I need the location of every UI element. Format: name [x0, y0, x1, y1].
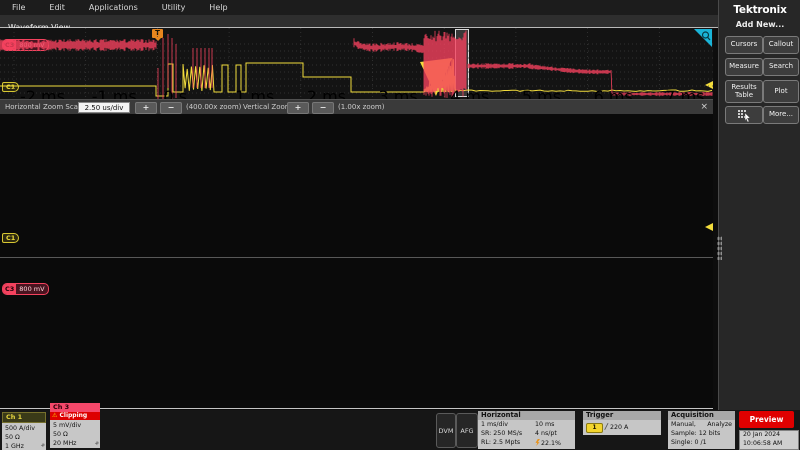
acquisition-sample: Sample: 12 bits	[671, 430, 720, 437]
ch1-settings-badge[interactable]: Ch 1 500 A/div 50 Ω 1 GHz »	[2, 412, 46, 450]
acquisition-panel[interactable]: Acquisition Manual, Analyze Sample: 12 b…	[668, 411, 735, 449]
overview-time-label: 1 ms	[235, 87, 274, 99]
ch1-impedance: 50 Ω	[5, 433, 43, 442]
trigger-source-badge: 1	[586, 423, 603, 433]
acquisition-mode: Manual,	[671, 421, 696, 428]
sidebar-drag-handle[interactable]	[717, 236, 722, 260]
overview-time-label: 6 ms	[594, 87, 633, 99]
trigger-panel[interactable]: Trigger 1 ∕ 220 A	[583, 411, 661, 435]
afg-button[interactable]: AFG	[456, 413, 478, 448]
close-zoom-button[interactable]: ×	[700, 102, 708, 112]
overview-time-label: 5 ms	[522, 87, 561, 99]
tab-bar: Waveform View	[0, 15, 718, 28]
ch1-zoom-panel[interactable]: C1	[0, 114, 713, 258]
datetime-box: 20 Jan 2024 10:06:58 AM	[739, 430, 799, 450]
menu-item-utility[interactable]: Utility	[150, 3, 198, 12]
horizontal-window: 10 ms	[535, 421, 554, 428]
ch3-badge-scale: 800 mV	[16, 284, 47, 294]
ch1-bandwidth: 1 GHz	[5, 442, 43, 450]
ch3-badge-body: 5 mV/div 50 Ω 20 MHz »	[50, 420, 100, 448]
vzoom-label: Vertical Zoom	[243, 103, 292, 111]
acquisition-panel-title: Acquisition	[668, 411, 735, 420]
capacity-icon	[535, 439, 540, 446]
plot-button[interactable]: Plot	[763, 80, 799, 103]
search-button[interactable]: Search	[763, 58, 799, 76]
cursors-button[interactable]: Cursors	[725, 36, 763, 54]
hzoom-plus-button[interactable]: +	[135, 102, 157, 114]
zoom-scale-toolbar: Horizontal Zoom Scale + − (400.00x zoom)…	[0, 99, 713, 115]
ch3-impedance: 50 Ω	[53, 430, 97, 439]
hzoom-factor: (400.00x zoom)	[186, 103, 241, 111]
oscilloscope-app: FileEditApplicationsUtilityHelp Waveform…	[0, 0, 800, 450]
callout-button[interactable]: Callout	[763, 36, 799, 54]
clipping-label: Clipping	[59, 412, 87, 419]
ch3-clipping-warning: ⚠ Clipping	[50, 412, 100, 420]
horizontal-panel-title: Horizontal	[478, 411, 575, 420]
hzoom-minus-button[interactable]: −	[160, 102, 182, 114]
ch3-badge-title: Ch 3	[50, 403, 100, 412]
more-button[interactable]: More...	[763, 106, 799, 124]
rising-slope-icon: ∕	[605, 422, 608, 431]
ch3-zoom-panel[interactable]: C3 800 mV	[0, 258, 713, 409]
overview-time-label: -1 ms	[92, 87, 137, 99]
menu-item-applications[interactable]: Applications	[77, 3, 150, 12]
ch3-zoom-badge[interactable]: C3 800 mV	[2, 283, 49, 295]
horizontal-panel[interactable]: Horizontal 1 ms/div 10 ms SR: 250 MS/s 4…	[478, 411, 575, 449]
histogram-button[interactable]	[725, 106, 763, 124]
add-new-header: Add New...	[719, 20, 800, 29]
ch1-badge-title: Ch 1	[2, 412, 46, 423]
overview-panel[interactable]: C3 800 mV C1 T -2 ms-1 ms0 s1 ms2 ms3 ms…	[0, 28, 713, 99]
histogram-icon	[737, 109, 751, 122]
hzoom-scale-input[interactable]	[78, 102, 130, 113]
vzoom-plus-button[interactable]: +	[287, 102, 309, 114]
ch3-bandwidth: 20 MHz	[53, 439, 97, 448]
ch1-trigger-level-arrow[interactable]	[705, 223, 713, 231]
overview-time-label: 2 ms	[307, 87, 346, 99]
acquisition-single: Single: 0 /1	[671, 439, 707, 446]
warning-icon: ⚠	[52, 412, 57, 419]
date-label: 20 Jan 2024	[743, 431, 798, 440]
sample-resolution: 4 ns/pt	[535, 430, 557, 437]
vzoom-minus-button[interactable]: −	[312, 102, 334, 114]
menu-item-edit[interactable]: Edit	[37, 3, 77, 12]
overview-time-label: 4 ms	[450, 87, 489, 99]
preview-button[interactable]: Preview	[739, 411, 794, 428]
dvm-button[interactable]: DVM	[436, 413, 456, 448]
ch1-badge-body: 500 A/div 50 Ω 1 GHz »	[2, 423, 46, 450]
menu-item-file[interactable]: File	[0, 3, 37, 12]
overview-time-label: 0 s	[163, 87, 187, 99]
trigger-level: 220 A	[610, 424, 628, 431]
results-table-button[interactable]: Results Table	[725, 80, 763, 103]
overview-time-label: 3 ms	[379, 87, 418, 99]
measure-button[interactable]: Measure	[725, 58, 763, 76]
overview-time-label: -2 ms	[20, 87, 65, 99]
record-length: RL: 2.5 Mpts	[481, 439, 520, 446]
capacity-percent: 22.1%	[535, 439, 561, 447]
hzoom-scale-label: Horizontal Zoom Scale	[5, 103, 84, 111]
tektronix-logo: Tektronix	[719, 4, 800, 16]
trigger-panel-title: Trigger	[583, 411, 661, 420]
time-label: 10:06:58 AM	[743, 440, 798, 449]
sample-rate: SR: 250 MS/s	[481, 430, 522, 437]
menu-item-help[interactable]: Help	[197, 3, 239, 12]
ch3-badge-label: C3	[3, 284, 16, 294]
vzoom-factor: (1.00x zoom)	[338, 103, 384, 111]
horizontal-scale: 1 ms/div	[481, 421, 508, 428]
menu-bar: FileEditApplicationsUtilityHelp	[0, 0, 718, 15]
ch3-scale: 5 mV/div	[53, 421, 97, 430]
ch1-zoom-badge[interactable]: C1	[2, 233, 19, 243]
ch3-settings-badge[interactable]: Ch 3 ⚠ Clipping 5 mV/div 50 Ω 20 MHz »	[50, 403, 100, 448]
overview-time-label: 7 ms	[665, 87, 704, 99]
right-sidebar: Tektronix Add New... Cursors Callout Mea…	[718, 0, 800, 410]
acquisition-analyze: Analyze	[707, 421, 732, 428]
ch1-scale: 500 A/div	[5, 424, 43, 433]
